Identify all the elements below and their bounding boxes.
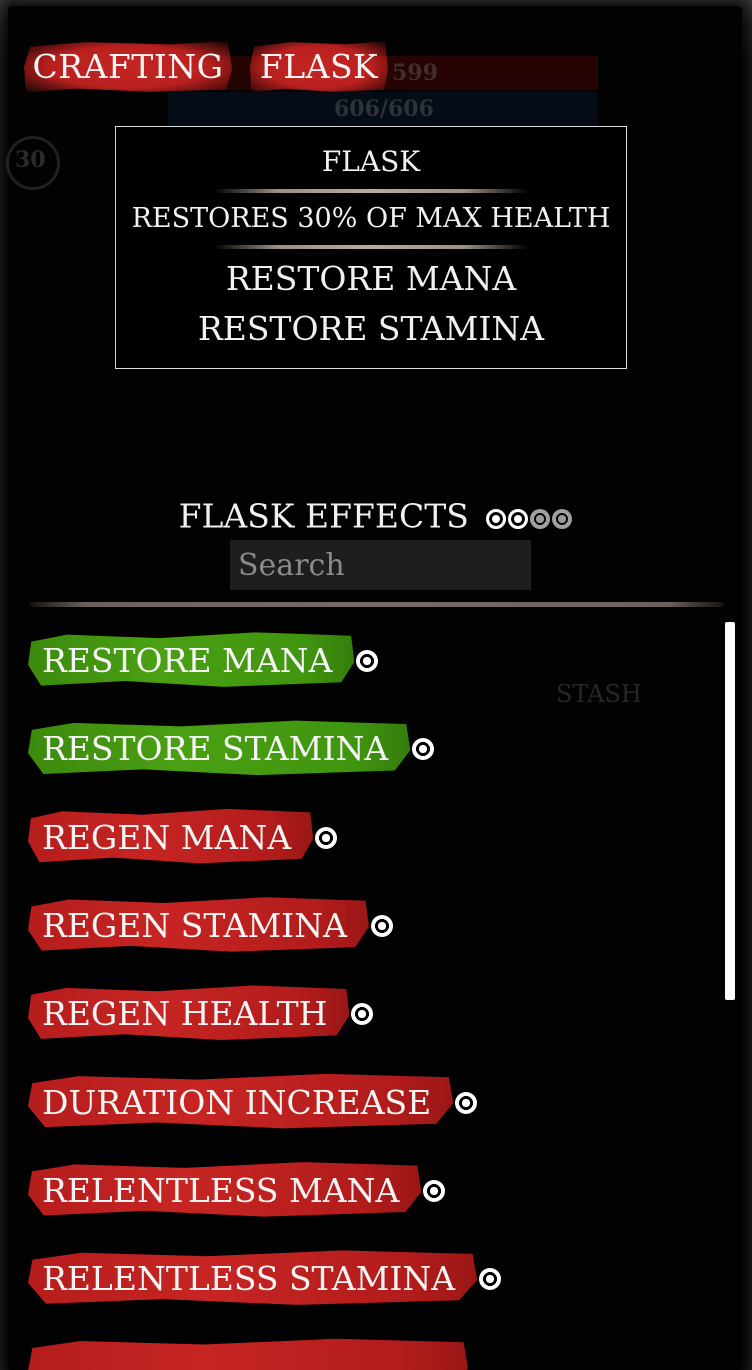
effect-label: RESTORE STAMINA — [42, 729, 389, 769]
empty-slot-icon — [552, 508, 573, 529]
tab-crafting[interactable]: CRAFTING — [24, 41, 232, 93]
effect-label: DURATION INCREASE — [42, 1082, 432, 1122]
flask-effects-header: FLASK EFFECTS — [0, 494, 752, 536]
background-mana-text: 606/606 — [334, 96, 434, 122]
slot-cost-icon — [351, 1003, 374, 1026]
tooltip-divider — [214, 245, 528, 249]
slot-cost-icon — [315, 826, 338, 849]
tooltip-effect: RESTORE STAMINA — [197, 309, 545, 348]
flask-tooltip: FLASK RESTORES 30% OF MAX HEALTH RESTORE… — [115, 126, 627, 369]
tooltip-title: FLASK — [321, 145, 421, 178]
filled-slot-icon — [508, 508, 529, 529]
tooltip-divider — [214, 189, 528, 193]
brush-highlight — [28, 1338, 468, 1370]
effect-label: REGEN HEALTH — [42, 994, 328, 1034]
list-divider — [30, 602, 724, 607]
filled-slot-icon — [486, 508, 507, 529]
effect-label: RESTORE MANA — [42, 641, 333, 680]
tab-flask[interactable]: FLASK — [250, 41, 388, 93]
tooltip-description: RESTORES 30% OF MAX HEALTH — [131, 203, 611, 234]
slot-cost-icon — [356, 650, 379, 672]
empty-slot-icon — [530, 508, 551, 529]
effects-scrollbar[interactable] — [725, 622, 735, 1000]
slot-cost-icon — [479, 1268, 502, 1291]
background-health-text: 599 — [392, 60, 438, 86]
effect-label: REGEN MANA — [42, 817, 292, 857]
effect-slots-indicator — [485, 497, 573, 536]
background-level-text: 30 — [15, 147, 46, 173]
background-level-badge: 30 — [6, 136, 60, 190]
effect-label: REGEN STAMINA — [42, 905, 347, 945]
slot-cost-icon — [455, 1091, 478, 1114]
effect-label: RELENTLESS MANA — [42, 1170, 400, 1210]
tooltip-effect: RESTORE MANA — [225, 259, 517, 298]
slot-cost-icon — [412, 738, 435, 761]
effects-search-input[interactable] — [230, 540, 531, 590]
effect-label: RELENTLESS STAMINA — [42, 1259, 456, 1299]
flask-effects-title: FLASK EFFECTS — [178, 496, 469, 536]
slot-cost-icon — [370, 914, 393, 937]
effects-list: RESTORE MANA RESTORE STAMINA REGEN MANA REG… — [0, 620, 720, 1370]
slot-cost-icon — [423, 1179, 446, 1202]
